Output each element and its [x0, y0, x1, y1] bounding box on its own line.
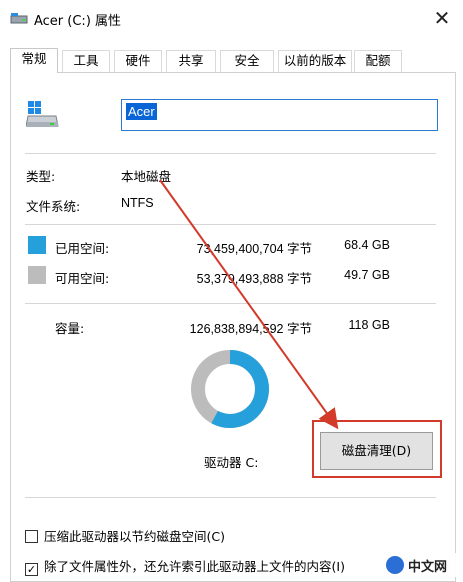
tab-quota[interactable]: 配额 [354, 50, 402, 72]
tab-tools[interactable]: 工具 [62, 50, 110, 72]
index-checkbox[interactable]: ✓ [25, 563, 38, 576]
tab-hardware[interactable]: 硬件 [114, 50, 162, 72]
free-space-size: 49.7 GB [344, 268, 390, 282]
separator [25, 153, 436, 154]
compress-option[interactable]: 压缩此驱动器以节约磁盘空间(C) [25, 526, 225, 545]
type-value: 本地磁盘 [121, 169, 172, 184]
compress-label: 压缩此驱动器以节约磁盘空间(C) [44, 529, 225, 544]
index-label: 除了文件属性外，还允许索引此驱动器上文件的内容(I) [44, 559, 345, 574]
php-logo-icon [386, 556, 404, 574]
drive-title-icon [10, 13, 28, 24]
free-space-swatch [28, 266, 46, 284]
tab-sharing[interactable]: 共享 [166, 50, 216, 72]
filesystem-label: 文件系统: [26, 199, 81, 214]
capacity-label: 容量: [55, 321, 85, 336]
drive-name-value: Acer [126, 103, 157, 120]
tab-general[interactable]: 常规 [10, 48, 58, 73]
used-space-swatch [28, 236, 46, 254]
close-icon: ✕ [433, 6, 451, 30]
drive-icon [26, 101, 59, 127]
tab-bar: 常规 工具 硬件 共享 安全 以前的版本 配额 [10, 48, 456, 73]
watermark-text: 中文网 [408, 560, 448, 575]
separator [25, 303, 436, 304]
tab-security[interactable]: 安全 [220, 50, 274, 72]
compress-checkbox[interactable] [25, 530, 38, 543]
capacity-bytes: 126,838,894,592 字节 [189, 322, 312, 336]
usage-donut-chart [191, 350, 269, 428]
watermark: 中文网 [384, 553, 463, 577]
index-option[interactable]: ✓ 除了文件属性外，还允许索引此驱动器上文件的内容(I) [25, 556, 345, 576]
free-space-label: 可用空间: [55, 271, 110, 286]
separator [25, 497, 436, 498]
window-title: Acer (C:) 属性 [34, 14, 122, 29]
title-bar: Acer (C:) 属性 ✕ [0, 0, 463, 38]
filesystem-value: NTFS [121, 196, 154, 210]
used-space-bytes: 73,459,400,704 字节 [196, 242, 312, 256]
disk-cleanup-button[interactable]: 磁盘清理(D) [320, 432, 433, 470]
drive-letter-label: 驱动器 C: [204, 455, 259, 470]
type-label: 类型: [26, 169, 56, 184]
drive-name-input[interactable]: Acer [121, 99, 438, 131]
close-button[interactable]: ✕ [429, 6, 455, 30]
used-space-label: 已用空间: [55, 241, 110, 256]
capacity-size: 118 GB [348, 318, 390, 332]
used-space-size: 68.4 GB [344, 238, 390, 252]
free-space-bytes: 53,379,493,888 字节 [196, 272, 312, 286]
tab-previous-versions[interactable]: 以前的版本 [278, 50, 352, 72]
separator [25, 224, 436, 225]
